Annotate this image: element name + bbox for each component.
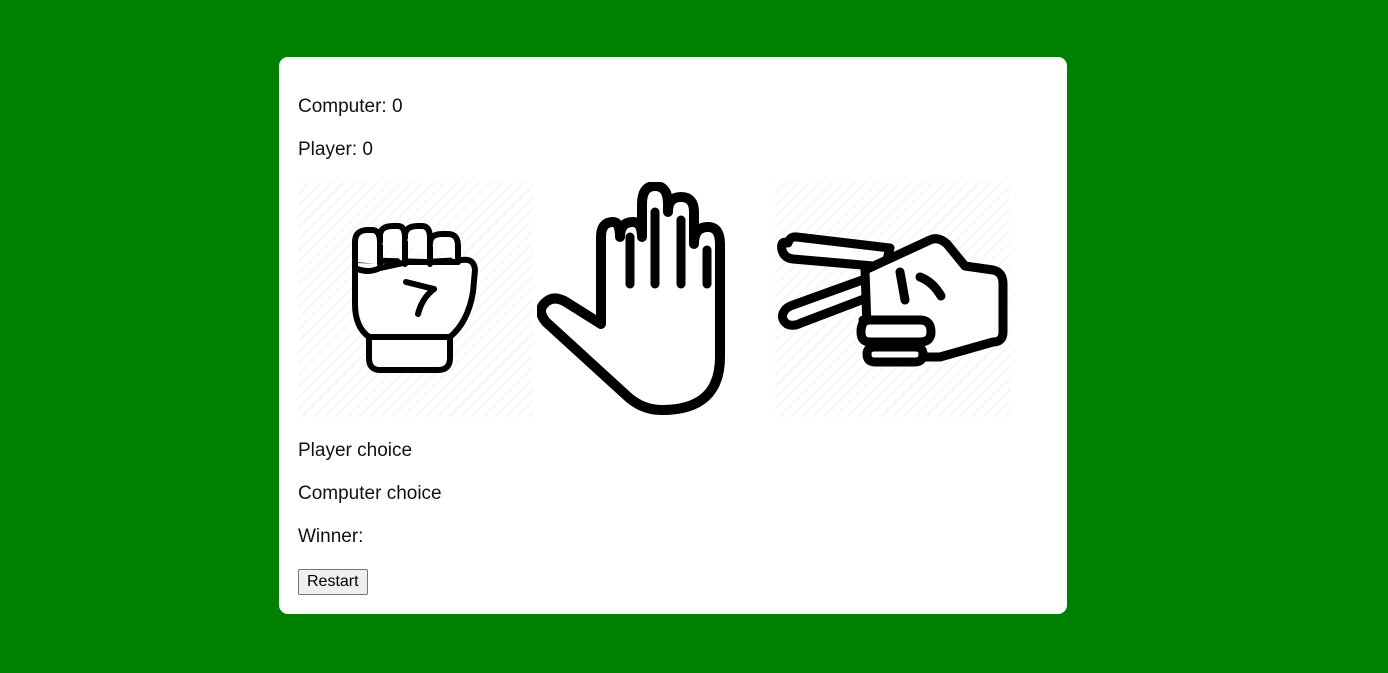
scissors-choice-button[interactable] [775,182,1010,417]
open-hand-icon [537,182,772,417]
peace-sign-hand-icon [775,182,1010,417]
game-card: Computer: 0 Player: 0 Player choice Comp… [279,57,1067,614]
player-score: Player: 0 [298,139,373,160]
choice-buttons [298,182,1018,417]
rock-choice-button[interactable] [298,182,533,417]
computer-score: Computer: 0 [298,96,403,117]
restart-button[interactable]: Restart [298,569,368,595]
winner-text: Winner: [298,526,364,547]
paper-choice-button[interactable] [537,182,772,417]
fist-icon [298,182,533,417]
computer-choice-text: Computer choice [298,483,442,504]
player-choice-text: Player choice [298,440,413,461]
